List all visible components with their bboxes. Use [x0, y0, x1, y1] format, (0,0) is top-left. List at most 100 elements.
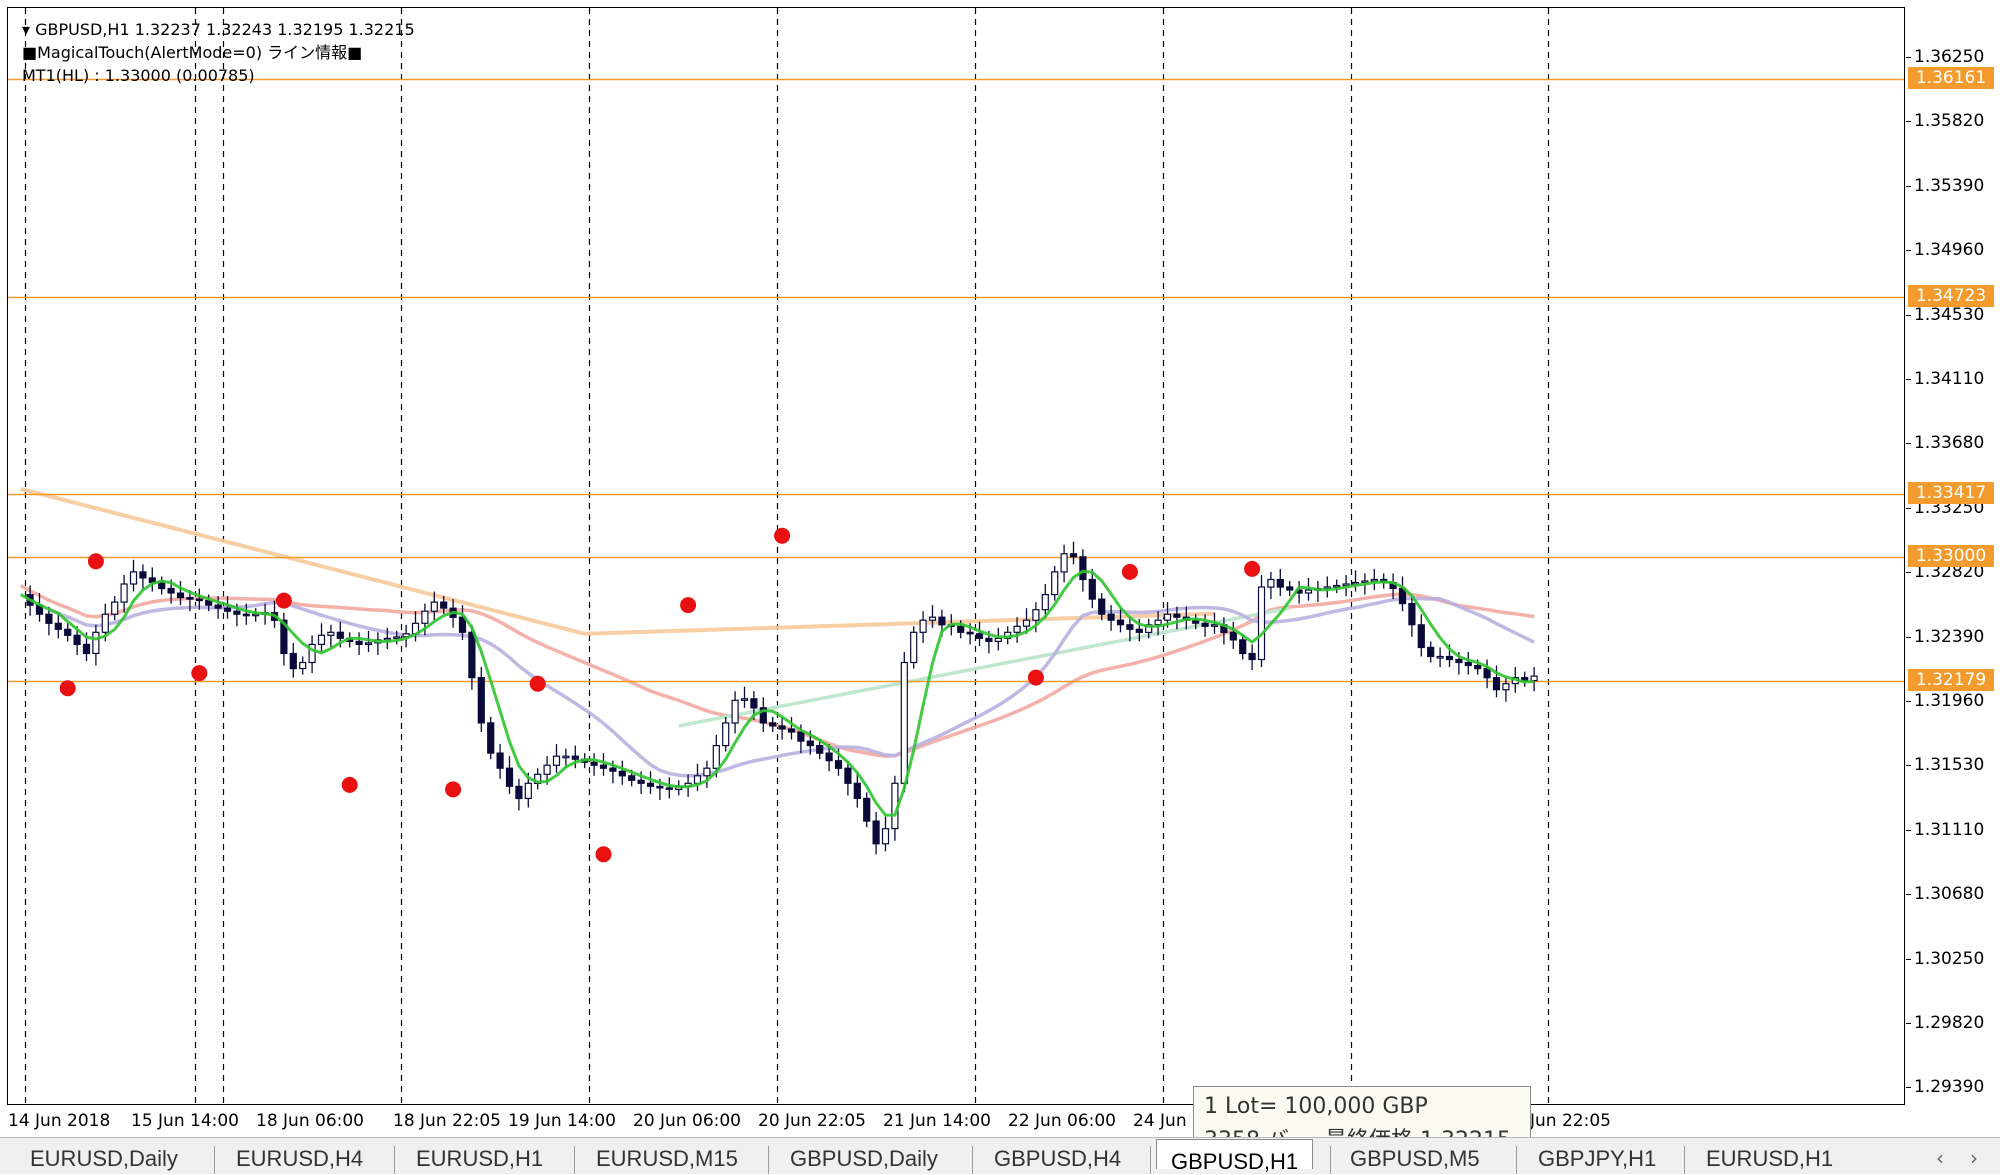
candle-down	[355, 640, 363, 646]
time-tick-label: 19 Jun 14:00	[508, 1111, 616, 1131]
tab-separator	[574, 1146, 575, 1174]
candle-down	[1116, 619, 1125, 626]
candle-up	[994, 637, 1002, 643]
candle-down	[787, 728, 796, 733]
chart-tab-gbpusd-h1[interactable]: GBPUSD,H1	[1156, 1139, 1314, 1174]
candle-down	[496, 752, 504, 769]
price-tick-mark	[1906, 765, 1911, 767]
level-price-tag: 1.33417	[1908, 481, 1994, 504]
candle-up	[393, 636, 401, 640]
chart-tab-eurusd-daily[interactable]: EURUSD,Daily	[30, 1146, 178, 1172]
scroll-left-icon[interactable]: ‹	[1936, 1146, 1944, 1170]
chart-area[interactable]: ▾ GBPUSD,H1 1.32237 1.32243 1.32195 1.32…	[7, 7, 1905, 1105]
price-tick-mark	[1906, 57, 1911, 58]
candle-up	[299, 661, 307, 670]
chart-tab-gbpjpy-h1[interactable]: GBPJPY,H1	[1538, 1146, 1656, 1172]
time-tick-label: 22 Jun 06:00	[1008, 1111, 1116, 1131]
candle-up	[317, 634, 326, 645]
candle-down	[1126, 624, 1134, 630]
candle-up	[552, 755, 561, 766]
candle-up	[1333, 584, 1341, 588]
candle-up	[881, 828, 890, 845]
candle-up	[731, 699, 739, 724]
candle-up	[1032, 609, 1040, 621]
chart-canvas	[8, 8, 1904, 1104]
candle-down	[440, 601, 448, 609]
chart-tab-gbpusd-h4[interactable]: GBPUSD,H4	[994, 1146, 1121, 1172]
candle-down	[1455, 658, 1463, 664]
candle-up	[562, 755, 570, 759]
candle-down	[82, 643, 91, 655]
square-icon: ■	[22, 43, 38, 62]
swing-low-marker	[341, 776, 358, 793]
chart-tab-gbpusd-daily[interactable]: GBPUSD,Daily	[790, 1146, 938, 1172]
price-tick-label: 1.33680	[1914, 433, 1985, 454]
price-tick-mark	[1906, 572, 1911, 574]
candle-down	[825, 752, 833, 762]
swing-low-marker	[445, 781, 462, 798]
candle-up	[92, 631, 100, 654]
swing-low-marker	[1027, 669, 1044, 686]
chart-tab-eurusd-h4[interactable]: EURUSD,H4	[236, 1146, 363, 1172]
price-tick-mark	[1906, 701, 1911, 702]
candle-up	[1022, 619, 1031, 627]
candle-down	[872, 820, 880, 845]
time-tick-label: 20 Jun 22:05	[758, 1111, 866, 1131]
symbol-quote-text: GBPUSD,H1 1.32237 1.32243 1.32195 1.3221…	[35, 20, 415, 39]
dropdown-triangle-icon[interactable]: ▾	[22, 20, 30, 39]
candle-down	[609, 767, 617, 772]
candle-down	[957, 625, 965, 633]
swing-high-marker	[774, 527, 791, 544]
chart-tab-eurusd-h1[interactable]: EURUSD,H1	[416, 1146, 543, 1172]
square-icon: ■	[347, 43, 363, 62]
price-tick-label: 1.31110	[1914, 819, 1985, 840]
time-tick-label: Jun 22:05	[1530, 1111, 1611, 1131]
candle-down	[571, 755, 579, 760]
candle-down	[863, 797, 871, 822]
swing-low-marker	[191, 665, 208, 682]
price-tick-mark	[1906, 250, 1911, 252]
candle-up	[1502, 683, 1510, 691]
candle-up	[1210, 624, 1219, 627]
candle-down	[54, 622, 62, 630]
candle-down	[853, 782, 861, 799]
candle-down	[1107, 613, 1115, 621]
price-tick-mark	[1906, 507, 1911, 509]
candle-down	[816, 744, 824, 754]
indicator-info: ■MagicalTouch(AlertMode=0) ライン情報■	[22, 41, 415, 64]
candle-down	[966, 631, 974, 635]
chart-tab-eurusd-h1[interactable]: EURUSD,H1	[1706, 1146, 1833, 1172]
candle-up	[1154, 619, 1162, 626]
price-tick-mark	[1906, 1087, 1911, 1089]
symbol-info: ▾ GBPUSD,H1 1.32237 1.32243 1.32195 1.32…	[22, 18, 415, 41]
mt1-info: MT1(HL) : 1.33000 (0.00785)	[22, 64, 415, 87]
price-tick-label: 1.30250	[1914, 948, 1985, 969]
candle-down	[1229, 631, 1237, 641]
candle-up	[1041, 593, 1049, 611]
swing-low-marker	[595, 846, 612, 863]
chart-tab-gbpusd-m5[interactable]: GBPUSD,M5	[1350, 1146, 1480, 1172]
candle-down	[242, 613, 250, 617]
candle-up	[364, 642, 373, 646]
candle-down	[1483, 667, 1491, 679]
tab-separator	[768, 1146, 769, 1174]
candle-down	[1098, 598, 1106, 615]
price-tick-label: 1.34110	[1914, 369, 1985, 389]
candle-down	[1079, 556, 1087, 581]
candle-up	[1051, 571, 1059, 596]
candle-down	[1248, 652, 1256, 661]
price-tick-label: 1.32390	[1914, 626, 1985, 647]
price-tick-mark	[1906, 958, 1911, 960]
price-axis: 1.36250 1.35820 1.35390 1.34960 1.34530 1.341…	[1906, 0, 2000, 1110]
candle-up	[111, 601, 119, 615]
candle-up	[1163, 613, 1172, 621]
candle-up	[722, 722, 730, 747]
candle-down	[477, 676, 485, 724]
chart-tab-eurusd-m15[interactable]: EURUSD,M15	[596, 1146, 738, 1172]
scroll-right-icon[interactable]: ›	[1970, 1146, 1978, 1170]
candle-down	[505, 767, 514, 787]
candle-up	[1267, 578, 1275, 588]
candle-up	[252, 613, 260, 617]
tab-separator	[972, 1146, 973, 1174]
candle-up	[327, 631, 335, 636]
